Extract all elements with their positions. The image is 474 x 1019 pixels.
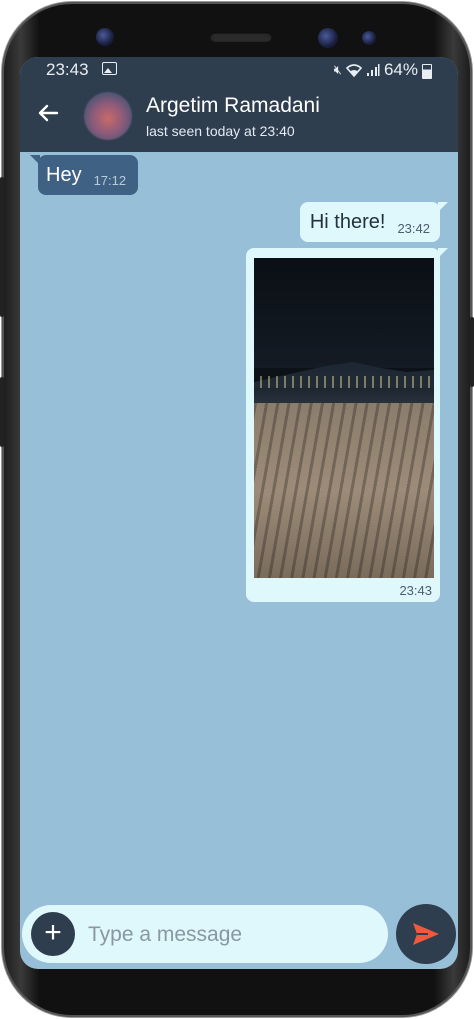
proximity-sensor-icon: [362, 31, 376, 45]
status-time: 23:43: [46, 60, 89, 79]
message-composer[interactable]: +: [22, 905, 388, 963]
message-text: Hi there!: [309, 210, 386, 233]
screen: 23:43 🔇︎ 64% Argetim Ramadani last seen …: [20, 57, 458, 969]
message-time: 17:12: [93, 172, 127, 188]
message-time: 23:43: [399, 583, 432, 598]
wifi-icon: [345, 64, 362, 77]
message-input[interactable]: [86, 919, 380, 951]
signal-icon: [366, 64, 380, 76]
front-camera-icon: [96, 28, 114, 46]
last-seen-status: last seen today at 23:40: [146, 123, 295, 139]
mute-icon: 🔇︎: [333, 62, 342, 77]
plus-icon[interactable]: +: [31, 912, 75, 956]
bixby-button: [470, 317, 474, 387]
battery-percent: 64%: [383, 60, 418, 79]
photo-attachment[interactable]: [254, 258, 434, 578]
send-button[interactable]: [396, 904, 456, 964]
message-outgoing-image[interactable]: 23:43: [246, 248, 448, 602]
message-incoming[interactable]: Hey 17:12: [29, 155, 139, 195]
arrow-left-icon[interactable]: [36, 101, 60, 131]
photo-sky: [254, 258, 434, 368]
message-outgoing[interactable]: Hi there! 23:42: [299, 202, 449, 242]
earpiece-speaker: [210, 32, 272, 42]
contact-name[interactable]: Argetim Ramadani: [146, 94, 320, 118]
chat-header: Argetim Ramadani last seen today at 23:4…: [20, 83, 458, 152]
volume-button: [0, 377, 4, 447]
phone-frame: 23:43 🔇︎ 64% Argetim Ramadani last seen …: [0, 2, 474, 1017]
message-time: 23:42: [397, 220, 430, 236]
photo-ski-slope: [254, 403, 434, 578]
image-icon: [102, 62, 117, 75]
send-icon: [413, 923, 439, 945]
battery-icon: [422, 63, 432, 79]
contact-avatar[interactable]: [84, 92, 132, 140]
message-text: Hey: [46, 163, 82, 186]
status-bar: 23:43 🔇︎ 64%: [20, 57, 458, 83]
iris-sensor-icon: [318, 28, 338, 48]
power-button: [0, 177, 4, 317]
status-icons: 🔇︎ 64%: [334, 60, 432, 80]
